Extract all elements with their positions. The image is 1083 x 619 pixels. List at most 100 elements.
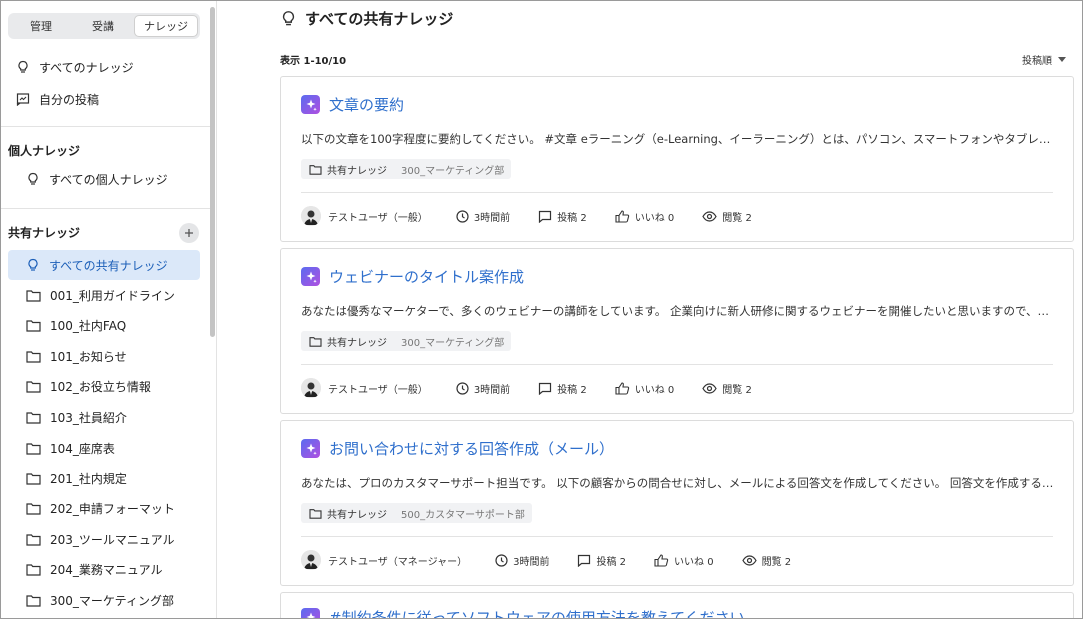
card-title-text: お問い合わせに対する回答作成（メール）: [329, 440, 615, 458]
time-label: 3時間前: [513, 556, 550, 568]
views-label: 閲覧 2: [722, 384, 752, 396]
card-title-link[interactable]: ウェビナーのタイトル案作成: [301, 266, 524, 287]
card-title-text: 文章の要約: [329, 96, 405, 114]
card-title-text: #制約条件に従ってソフトウェアの使用方法を教えてください: [329, 609, 745, 619]
sidebar-item-label: 203_ツールマニュアル: [50, 532, 175, 547]
card-author[interactable]: テストユーザ（マネージャー）: [301, 550, 467, 570]
sidebar-item-all-knowledge[interactable]: すべてのナレッジ: [8, 52, 200, 82]
eye-icon: [741, 554, 757, 566]
clock-icon: [456, 381, 469, 395]
posts-label: 投稿 2: [557, 212, 587, 224]
sidebar-item-label: すべてのナレッジ: [39, 60, 134, 75]
sparkle-icon: [301, 608, 320, 618]
sidebar-item-all-shared[interactable]: すべての共有ナレッジ: [8, 250, 200, 280]
plus-icon: [185, 229, 193, 237]
sidebar-item-label: 103_社員紹介: [50, 410, 127, 425]
card-meta: テストユーザ（マネージャー） 3時間前 投稿 2 いいね 0 閲覧 2: [301, 550, 791, 570]
card-posts: 投稿 2: [577, 553, 626, 568]
tag-label: 共有ナレッジ: [327, 509, 387, 521]
posts-label: 投稿 2: [596, 556, 627, 568]
sparkle-icon: [301, 267, 320, 286]
clock-icon: [456, 209, 469, 223]
card-posts: 投稿 2: [538, 209, 587, 224]
card-divider: [301, 536, 1053, 537]
section-title-personal: 個人ナレッジ: [8, 144, 81, 158]
card-author[interactable]: テストユーザ（一般）: [301, 378, 428, 398]
lightbulb-icon: [28, 172, 38, 185]
sidebar-item-my-posts[interactable]: 自分の投稿: [8, 84, 200, 114]
time-label: 3時間前: [473, 212, 511, 224]
card-description: あなたは優秀なマーケターで、多くのウェビナーの講師をしています。 企業向けに新人…: [301, 304, 1057, 318]
sidebar-folder[interactable]: 204_業務マニュアル: [8, 554, 200, 584]
sidebar-scrollbar[interactable]: [210, 7, 215, 337]
lightbulb-icon: [28, 258, 38, 271]
sidebar-item-label: 300_マーケティング部: [50, 593, 174, 608]
folder-icon: [309, 508, 322, 519]
likes-label: いいね 0: [674, 556, 714, 568]
tag-sublabel: 500_カスタマーサポート部: [401, 509, 525, 521]
add-folder-button[interactable]: [179, 223, 199, 243]
comment-icon: [539, 210, 552, 223]
sparkle-icon: [301, 439, 320, 458]
card-author[interactable]: テストユーザ（一般）: [301, 206, 428, 226]
card-time: 3時間前: [456, 381, 510, 396]
section-title-shared: 共有ナレッジ: [8, 226, 81, 240]
caret-down-icon: [1058, 57, 1066, 62]
card-description: あなたは、プロのカスタマーサポート担当です。 以下の顧客からの問合せに対し、メー…: [301, 476, 1057, 490]
sidebar-item-label: 204_業務マニュアル: [50, 562, 163, 577]
sidebar-folder[interactable]: 102_お役立ち情報: [8, 371, 200, 401]
sort-dropdown[interactable]: 投稿順: [1022, 52, 1066, 67]
sidebar-item-label: 100_社内FAQ: [50, 318, 127, 333]
card-likes[interactable]: いいね 0: [615, 381, 674, 396]
knowledge-card[interactable]: #制約条件に従ってソフトウェアの使用方法を教えてください: [280, 592, 1074, 619]
card-title-link[interactable]: 文章の要約: [301, 94, 404, 115]
sidebar-folder[interactable]: 103_社員紹介: [8, 402, 200, 432]
sidebar-item-label: 104_座席表: [50, 441, 115, 456]
sidebar-item-label: 101_お知らせ: [50, 349, 127, 364]
knowledge-card[interactable]: ウェビナーのタイトル案作成 あなたは優秀なマーケターで、多くのウェビナーの講師を…: [280, 248, 1074, 414]
time-label: 3時間前: [473, 384, 511, 396]
post-icon: [16, 93, 30, 106]
folder-icon: [26, 472, 41, 485]
knowledge-card[interactable]: お問い合わせに対する回答作成（メール） あなたは、プロのカスタマーサポート担当で…: [280, 420, 1074, 586]
card-time: 3時間前: [495, 553, 549, 568]
sidebar-item-label: 202_申請フォーマット: [50, 501, 175, 516]
sidebar-folder[interactable]: 001_利用ガイドライン: [8, 280, 200, 310]
card-views: 閲覧 2: [702, 209, 752, 224]
sidebar-divider: [1, 126, 210, 127]
folder-icon: [26, 563, 41, 576]
sidebar-folder[interactable]: 100_社内FAQ: [8, 310, 200, 340]
sidebar-folder[interactable]: 203_ツールマニュアル: [8, 524, 200, 554]
folder-icon: [309, 164, 322, 175]
sidebar-item-label: 自分の投稿: [39, 92, 100, 107]
sidebar-folder[interactable]: 300_マーケティング部: [8, 585, 200, 615]
card-meta: テストユーザ（一般） 3時間前 投稿 2 いいね 0 閲覧 2: [301, 206, 752, 226]
tag-sublabel: 300_マーケティング部: [401, 165, 505, 177]
sidebar-item-label: 201_社内規定: [50, 471, 127, 486]
sidebar-folder[interactable]: 104_座席表: [8, 433, 200, 463]
knowledge-card[interactable]: 文章の要約 以下の文章を100字程度に要約してください。 #文章 eラーニング（…: [280, 76, 1074, 242]
main-content: すべての共有ナレッジ 表示 1-10/10 投稿順 文章の要約 以下の文章を10…: [218, 1, 1082, 619]
card-likes[interactable]: いいね 0: [615, 209, 675, 224]
card-likes[interactable]: いいね 0: [654, 553, 714, 568]
likes-label: いいね 0: [634, 212, 675, 224]
card-category-tag[interactable]: 共有ナレッジ 500_カスタマーサポート部: [301, 503, 532, 523]
card-category-tag[interactable]: 共有ナレッジ 300_マーケティング部: [301, 159, 512, 179]
card-category-tag[interactable]: 共有ナレッジ 300_マーケティング部: [301, 331, 512, 351]
sidebar-folder[interactable]: 101_お知らせ: [8, 341, 200, 371]
card-time: 3時間前: [456, 209, 510, 224]
card-posts: 投稿 2: [538, 381, 587, 396]
tab-admin[interactable]: 管理: [10, 15, 72, 37]
card-description: 以下の文章を100字程度に要約してください。 #文章 eラーニング（e-Lear…: [301, 132, 1057, 146]
author-name: テストユーザ（一般）: [328, 212, 428, 224]
folder-icon: [26, 533, 41, 546]
tab-learning[interactable]: 受講: [72, 15, 134, 37]
thumbs-up-icon: [615, 209, 629, 223]
card-title-link[interactable]: お問い合わせに対する回答作成（メール）: [301, 438, 614, 459]
card-divider: [301, 192, 1053, 193]
sidebar-folder[interactable]: 201_社内規定: [8, 463, 200, 493]
sidebar-item-all-personal[interactable]: すべての個人ナレッジ: [8, 164, 200, 194]
card-title-link[interactable]: #制約条件に従ってソフトウェアの使用方法を教えてください: [301, 607, 745, 619]
sidebar-folder[interactable]: 202_申請フォーマット: [8, 493, 200, 523]
tab-knowledge[interactable]: ナレッジ: [134, 15, 198, 37]
